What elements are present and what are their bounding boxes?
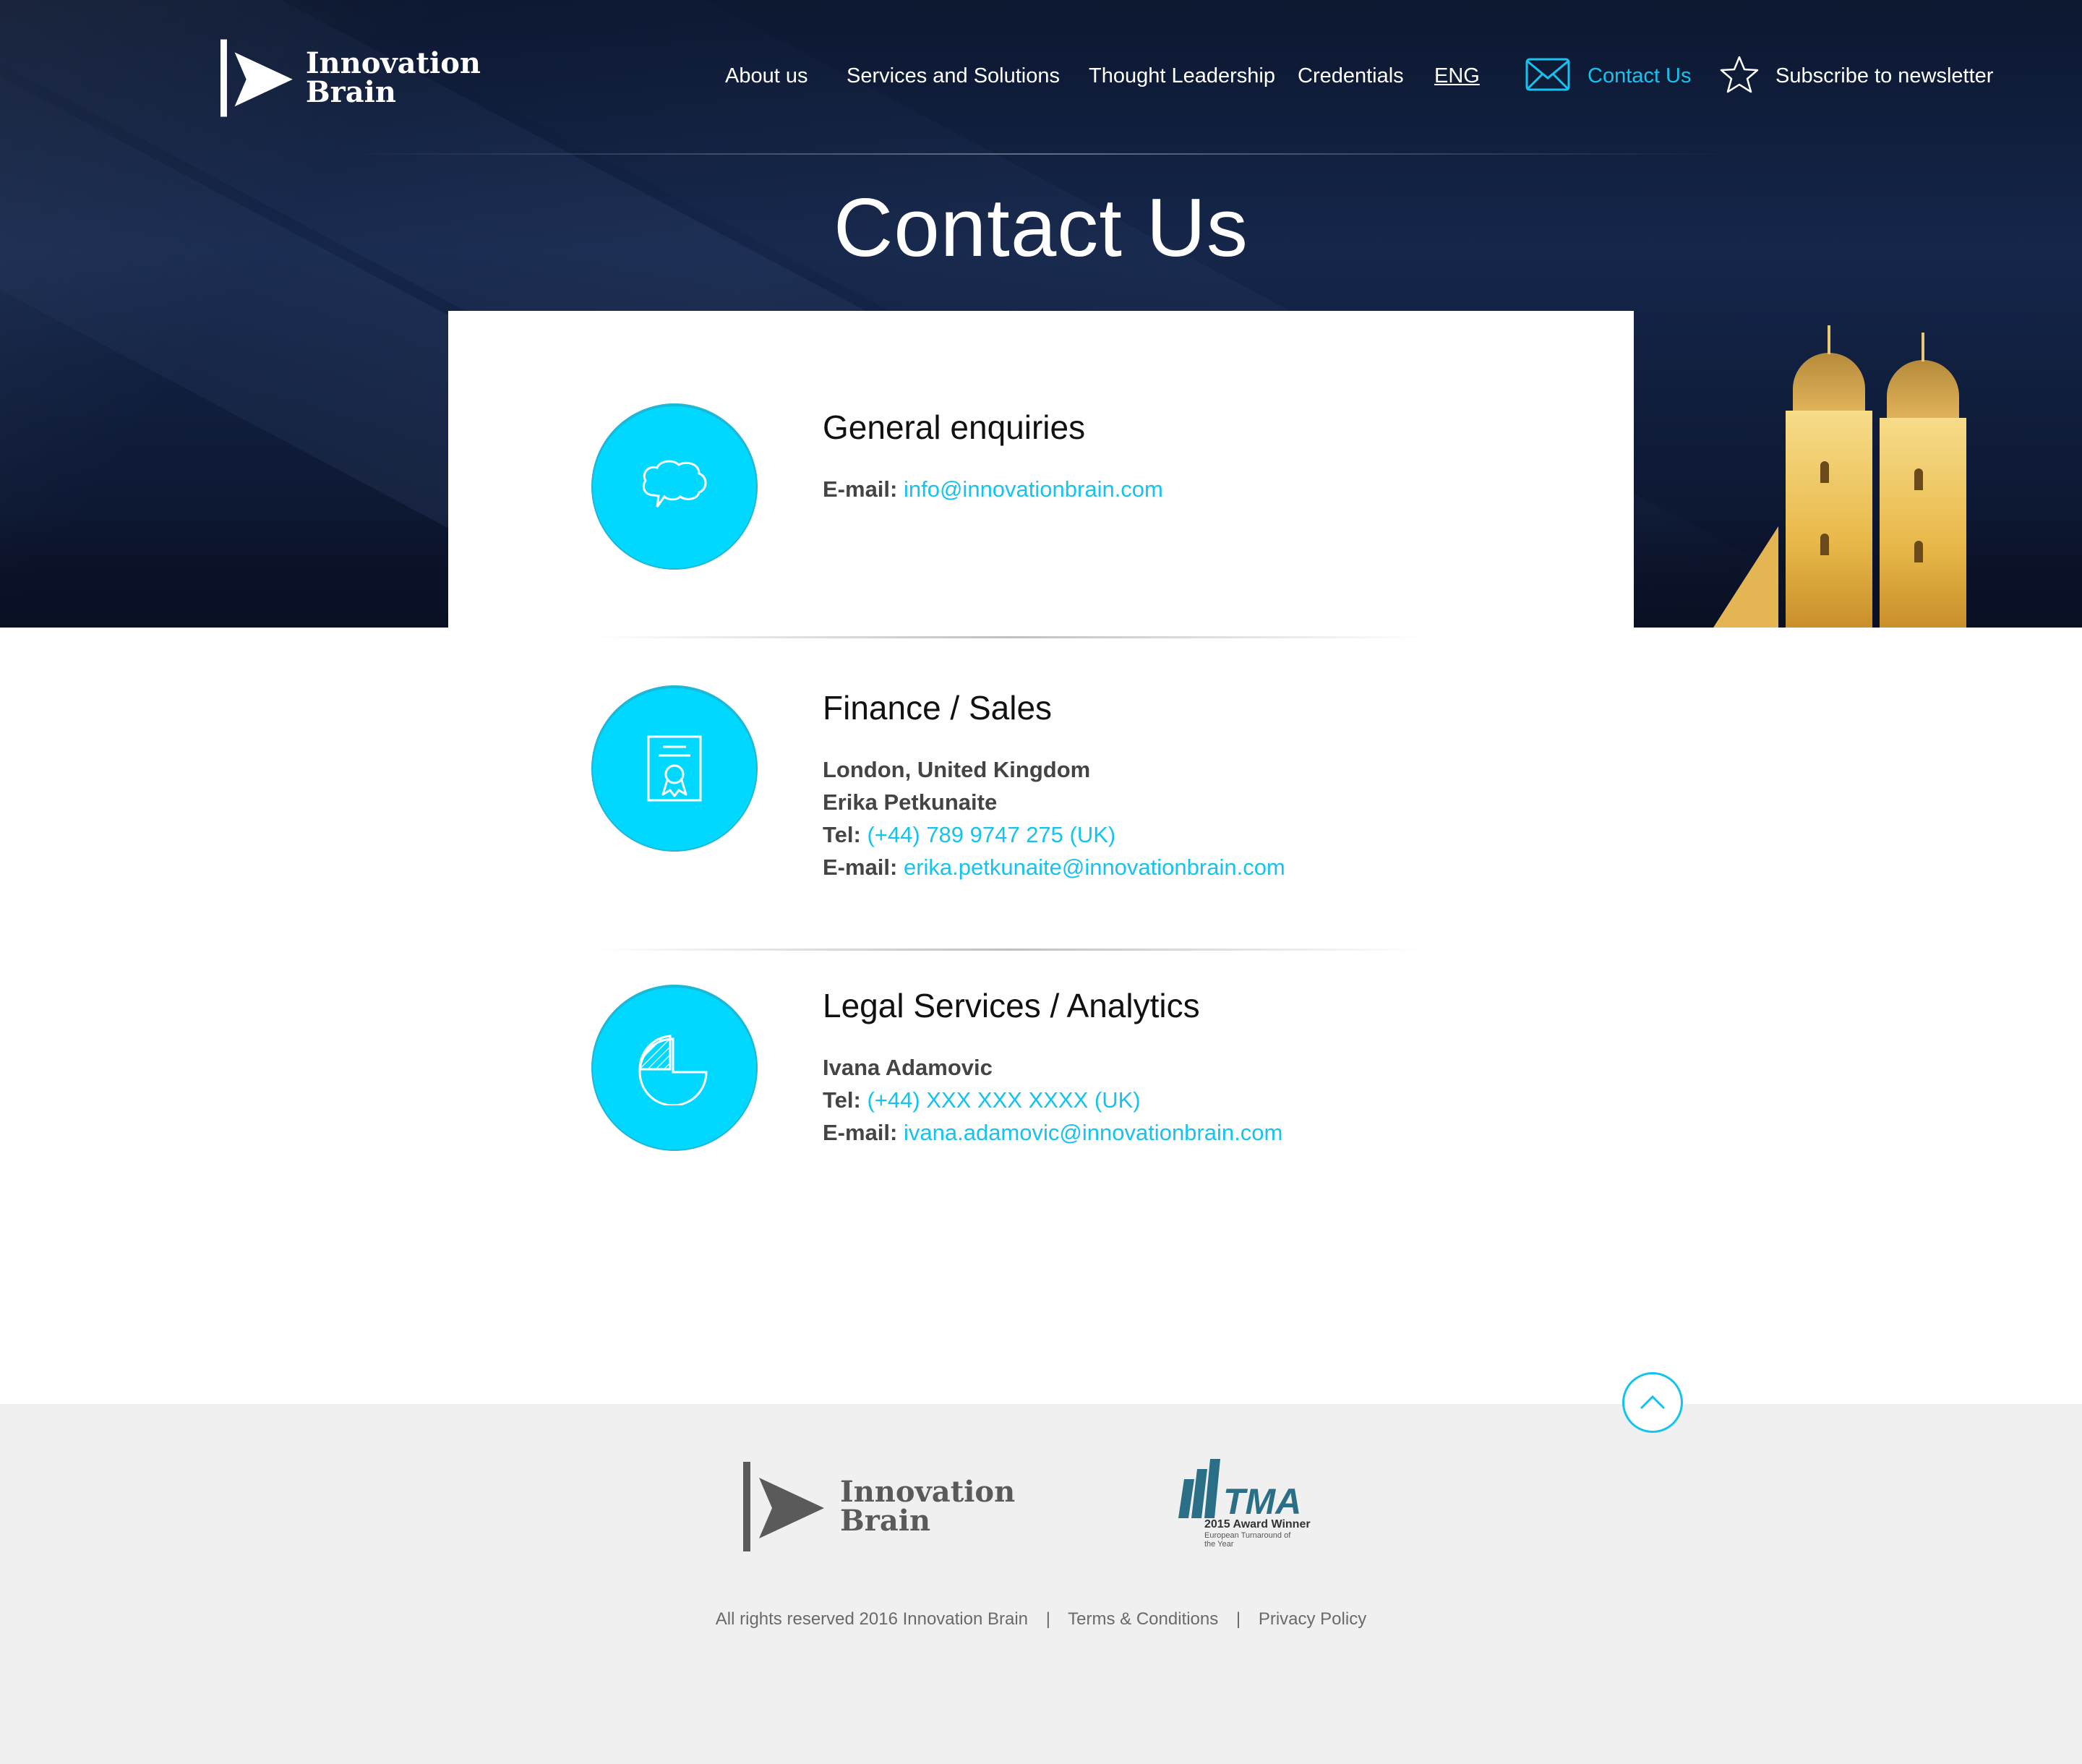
legal-title: Legal Services / Analytics xyxy=(823,987,1200,1024)
tma-name: TMA xyxy=(1223,1481,1302,1522)
nav-services[interactable]: Services and Solutions xyxy=(847,58,1060,94)
copyright-text: All rights reserved 2016 Innovation Brai… xyxy=(715,1609,1029,1629)
tma-award-text: 2015 Award Winner xyxy=(1204,1518,1311,1530)
legal-email-label: E-mail: xyxy=(823,1120,898,1145)
finance-email-label: E-mail: xyxy=(823,855,898,880)
general-email-line: E-mail: info@innovationbrain.com xyxy=(823,473,1163,506)
nav-about[interactable]: About us xyxy=(725,58,807,94)
nav-subscribe[interactable]: Subscribe to newsletter xyxy=(1775,58,1993,94)
finance-title: Finance / Sales xyxy=(823,689,1053,727)
finance-person: Erika Petkunaite xyxy=(823,789,998,815)
tma-sub-text: European Turnaround of the Year xyxy=(1204,1531,1291,1549)
legal-email-link[interactable]: ivana.adamovic@innovationbrain.com xyxy=(904,1120,1282,1145)
finance-tel-label: Tel: xyxy=(823,822,861,847)
back-to-top-button[interactable] xyxy=(1622,1372,1683,1433)
finance-location: London, United Kingdom xyxy=(823,757,1091,782)
legal-person: Ivana Adamovic xyxy=(823,1055,993,1080)
brand-logo-icon xyxy=(220,39,293,117)
footer-brand-logo[interactable]: Innovation Brain xyxy=(743,1462,1015,1551)
footer-brand-line1: Innovation xyxy=(840,1475,1016,1509)
finance-circle xyxy=(593,687,756,850)
general-email-label: E-mail: xyxy=(823,476,898,502)
section-divider xyxy=(593,636,1424,638)
finance-tel-line: Tel: (+44) 789 9747 275 (UK) xyxy=(823,818,1115,852)
tma-award-logo: TMA 2015 Award Winner European Turnaroun… xyxy=(1178,1459,1311,1553)
legal-tel-label: Tel: xyxy=(823,1087,861,1113)
brand-name-line1: Innovation xyxy=(305,46,481,80)
footer xyxy=(0,1404,2082,1764)
finance-tel-link[interactable]: (+44) 789 9747 275 (UK) xyxy=(867,822,1115,847)
section-divider xyxy=(593,949,1424,951)
legal-tel-link[interactable]: (+44) XXX XXX XXXX (UK) xyxy=(867,1087,1140,1113)
footer-separator: | xyxy=(1045,1609,1050,1629)
legal-tel-line: Tel: (+44) XXX XXX XXXX (UK) xyxy=(823,1084,1141,1117)
privacy-link[interactable]: Privacy Policy xyxy=(1259,1609,1366,1629)
footer-brand-logo-icon xyxy=(743,1462,824,1551)
nav-credentials[interactable]: Credentials xyxy=(1298,58,1404,94)
nav-contact[interactable]: Contact Us xyxy=(1588,58,1691,94)
general-title: General enquiries xyxy=(823,408,1086,446)
page-title: Contact Us xyxy=(834,182,1248,274)
nav-language[interactable]: ENG xyxy=(1434,58,1480,94)
certificate-icon xyxy=(647,735,702,802)
footer-links: All rights reserved 2016 Innovation Brai… xyxy=(0,1609,2082,1630)
general-email-link[interactable]: info@innovationbrain.com xyxy=(904,476,1163,502)
star-icon[interactable] xyxy=(1719,55,1760,94)
legal-circle xyxy=(593,986,756,1149)
church-towers-image xyxy=(1692,325,1981,628)
contact-card: General enquiries E-mail: info@innovatio… xyxy=(448,311,1634,1149)
footer-brand-line2: Brain xyxy=(840,1504,931,1538)
header-divider xyxy=(347,153,1735,155)
general-circle xyxy=(593,405,756,568)
brand-name: Innovation Brain xyxy=(306,49,481,107)
mail-icon[interactable] xyxy=(1525,58,1570,91)
footer-brand-name: Innovation Brain xyxy=(840,1478,1015,1536)
speech-bubble-icon xyxy=(642,460,707,508)
pie-chart-icon xyxy=(638,1035,708,1105)
brand-logo[interactable]: Innovation Brain xyxy=(220,35,481,121)
legal-email-line: E-mail: ivana.adamovic@innovationbrain.c… xyxy=(823,1116,1282,1149)
brand-name-line2: Brain xyxy=(305,75,396,109)
footer-separator: | xyxy=(1235,1609,1241,1629)
finance-email-link[interactable]: erika.petkunaite@innovationbrain.com xyxy=(904,855,1285,880)
chevron-up-icon xyxy=(1640,1395,1666,1410)
tma-bars-icon xyxy=(1178,1459,1220,1518)
nav-thought-leadership[interactable]: Thought Leadership xyxy=(1089,58,1275,94)
finance-email-line: E-mail: erika.petkunaite@innovationbrain… xyxy=(823,851,1285,884)
terms-link[interactable]: Terms & Conditions xyxy=(1068,1609,1218,1629)
